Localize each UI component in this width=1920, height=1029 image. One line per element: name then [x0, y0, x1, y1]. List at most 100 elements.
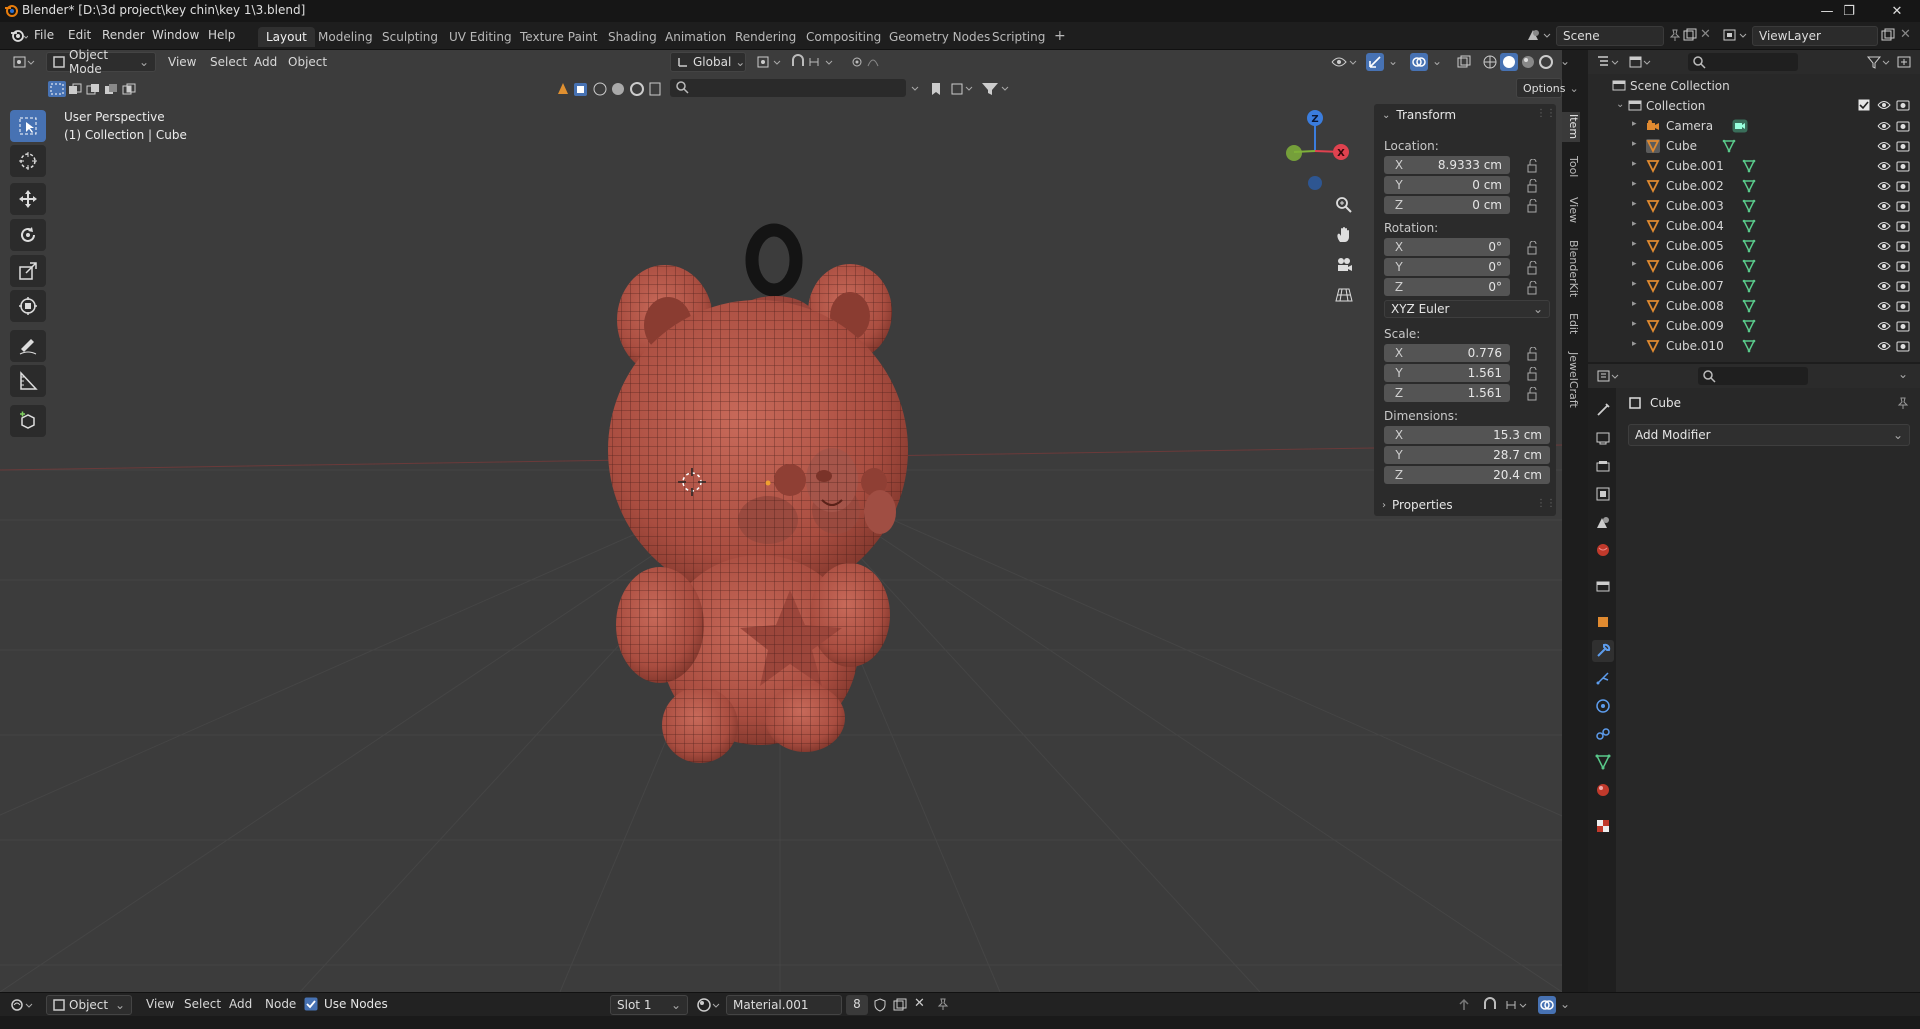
node-overlays-dropdown-icon[interactable]: ⌄: [1560, 997, 1570, 1011]
navigation-gizmo[interactable]: Z X: [1280, 108, 1350, 190]
properties-editor-type-icon[interactable]: [1596, 368, 1624, 384]
new-view-layer-icon[interactable]: [1880, 27, 1896, 43]
visibility-selectability-icon[interactable]: [1330, 54, 1360, 70]
camera-render-icon[interactable]: [1896, 280, 1910, 292]
select-new-icon[interactable]: [48, 81, 66, 97]
render-tab-icon[interactable]: [1595, 430, 1611, 446]
mesh-data-icon[interactable]: [1742, 319, 1756, 333]
material-name-field[interactable]: Material.001: [726, 995, 842, 1015]
pivot-point-icon[interactable]: [756, 54, 784, 70]
tab-layout[interactable]: Layout: [258, 27, 315, 47]
menu-select[interactable]: Select: [210, 55, 247, 69]
select-subtract-icon[interactable]: [84, 81, 102, 97]
material-browse-icon[interactable]: [696, 997, 724, 1013]
mesh-data-icon[interactable]: [1742, 219, 1756, 233]
mesh-data-icon[interactable]: [1742, 279, 1756, 293]
rotate-tool[interactable]: [10, 219, 46, 251]
camera-render-icon[interactable]: [1896, 320, 1910, 332]
sidebar-tab-edit[interactable]: Edit: [1562, 310, 1580, 338]
mode-dropdown[interactable]: Object Mode ⌄: [46, 48, 156, 76]
eye-icon[interactable]: [1877, 200, 1891, 212]
outliner-item[interactable]: ▸ Cube.008: [1588, 296, 1920, 316]
camera-render-icon[interactable]: [1896, 220, 1910, 232]
location-z-field[interactable]: Z0 cm: [1384, 196, 1510, 214]
drag-handle-icon[interactable]: ⋮⋮: [1536, 498, 1556, 509]
pin-icon[interactable]: [1896, 396, 1910, 410]
chevron-down-icon[interactable]: ⌄: [1616, 99, 1624, 110]
chevron-right-icon[interactable]: ▸: [1632, 219, 1637, 229]
collection-tab-icon[interactable]: [1595, 578, 1611, 594]
material-user-count[interactable]: 8: [846, 995, 868, 1015]
camera-render-icon[interactable]: [1896, 180, 1910, 192]
sidebar-tab-tool[interactable]: Tool: [1562, 152, 1580, 182]
scale-z-field[interactable]: Z 1.561: [1384, 384, 1510, 402]
mesh-data-icon[interactable]: [1742, 239, 1756, 253]
sidebar-tab-view[interactable]: View: [1562, 194, 1580, 226]
chevron-right-icon[interactable]: ▸: [1632, 239, 1637, 249]
delete-scene-icon[interactable]: ✕: [1700, 27, 1711, 42]
use-nodes-checkbox[interactable]: Use Nodes: [304, 997, 388, 1011]
pin-icon[interactable]: [936, 997, 950, 1011]
shader-type-dropdown[interactable]: Object ⌄: [46, 995, 132, 1015]
tab-rendering[interactable]: Rendering: [727, 27, 804, 47]
world-tab-icon[interactable]: [1595, 542, 1611, 558]
transform-panel-header[interactable]: ⌄ Transform: [1382, 108, 1456, 122]
rotation-y-field[interactable]: Y 0°: [1384, 258, 1510, 276]
tab-modeling[interactable]: Modeling: [310, 27, 381, 47]
outliner-item[interactable]: ▸ Cube.005: [1588, 236, 1920, 256]
dimensions-z-field[interactable]: Z 20.4 cm: [1384, 466, 1550, 484]
shading-wireframe-icon[interactable]: [1482, 54, 1498, 70]
chevron-right-icon[interactable]: ▸: [1632, 179, 1637, 189]
shader-menu-add[interactable]: Add: [229, 997, 252, 1011]
chevron-right-icon[interactable]: ▸: [1632, 299, 1637, 309]
chevron-right-icon[interactable]: ▸: [1632, 319, 1637, 329]
menu-view[interactable]: View: [168, 55, 196, 69]
tab-sculpting[interactable]: Sculpting: [374, 27, 446, 47]
camera-render-icon[interactable]: [1896, 300, 1910, 312]
snap-node-icon[interactable]: [1482, 997, 1498, 1013]
outliner-item[interactable]: ▸ Cube.007: [1588, 276, 1920, 296]
scene-icon[interactable]: [1526, 28, 1552, 42]
menu-file[interactable]: File: [34, 28, 54, 42]
eye-icon[interactable]: [1877, 160, 1891, 172]
shader-editor-type-icon[interactable]: [10, 997, 38, 1013]
checkbox-icon[interactable]: [1858, 99, 1870, 111]
eye-icon[interactable]: [1877, 260, 1891, 272]
menu-render[interactable]: Render: [102, 28, 145, 42]
delete-view-layer-icon[interactable]: ✕: [1900, 27, 1911, 42]
tab-shading[interactable]: Shading: [600, 27, 665, 47]
object-tab-icon[interactable]: [1595, 614, 1611, 630]
sidebar-tab-item[interactable]: Item: [1562, 112, 1580, 142]
zoom-icon[interactable]: [1334, 195, 1354, 215]
scale-y-field[interactable]: Y 1.561: [1384, 364, 1510, 382]
scale-x-field[interactable]: X 0.776: [1384, 344, 1510, 362]
scene-tab-icon[interactable]: [1595, 514, 1611, 530]
overlays-dropdown-icon[interactable]: ⌄: [1432, 54, 1442, 68]
unlink-material-icon[interactable]: ✕: [914, 996, 925, 1011]
restore-button[interactable]: ❐: [1826, 0, 1872, 22]
duplicate-material-icon[interactable]: [892, 997, 908, 1013]
pan-hand-icon[interactable]: [1334, 225, 1354, 245]
sidebar-tab-jewelcraft[interactable]: JewelCraft: [1562, 350, 1580, 410]
sidebar-tab-blenderkit[interactable]: BlenderKit: [1562, 240, 1580, 298]
modifier-tab-icon[interactable]: [1592, 640, 1614, 662]
shader-menu-select[interactable]: Select: [184, 997, 221, 1011]
data-tab-icon[interactable]: [1595, 754, 1611, 770]
eye-icon[interactable]: [1877, 140, 1891, 152]
camera-render-icon[interactable]: [1896, 140, 1910, 152]
tab-geometry-nodes[interactable]: Geometry Nodes: [881, 27, 998, 47]
mesh-data-icon[interactable]: [1742, 159, 1756, 173]
drag-handle-icon[interactable]: ⋮⋮: [1536, 108, 1556, 119]
chevron-right-icon[interactable]: ▸: [1632, 339, 1637, 349]
mesh-data-icon[interactable]: [1742, 259, 1756, 273]
outliner-item[interactable]: ▸ Cube.003: [1588, 196, 1920, 216]
eye-icon[interactable]: [1877, 340, 1891, 352]
cursor-tool[interactable]: [10, 145, 46, 177]
properties-panel-header[interactable]: › Properties: [1382, 498, 1453, 512]
rotation-x-field[interactable]: X 0°: [1384, 238, 1510, 256]
filter-icon[interactable]: [1866, 54, 1894, 70]
view-layer-icon[interactable]: [1722, 28, 1748, 42]
shader-menu-node[interactable]: Node: [265, 997, 296, 1011]
viewport-editor-type-icon[interactable]: [12, 54, 36, 70]
location-x-field[interactable]: X 8.9333 cm: [1384, 156, 1510, 174]
